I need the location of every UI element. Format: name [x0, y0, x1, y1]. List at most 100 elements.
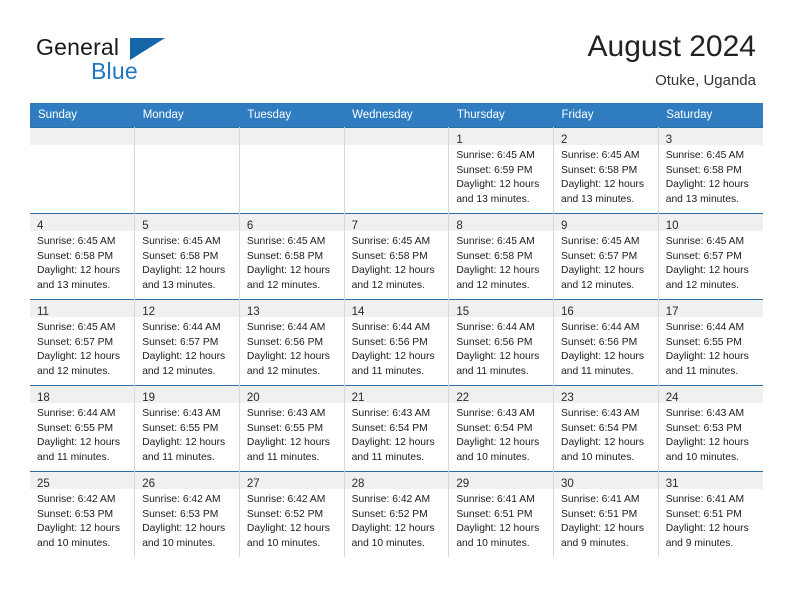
day-detail-line: and 10 minutes. [456, 537, 530, 549]
calendar-cell-day[interactable]: 13 Sunrise: 6:44 AM Sunset: 6:56 PM Dayligh… [239, 299, 345, 386]
day-number-band: 23 [554, 386, 658, 404]
day-detail-line: Sunrise: 6:42 AM [37, 494, 116, 505]
calendar-cell-day[interactable]: 12 Sunrise: 6:44 AM Sunset: 6:57 PM Dayligh… [134, 299, 240, 386]
calendar-cell-day[interactable]: 31 Sunrise: 6:41 AM Sunset: 6:51 PM Dayligh… [658, 471, 763, 557]
day-number-band: 1 [449, 128, 554, 146]
calendar-cell-day[interactable]: 20 Sunrise: 6:43 AM Sunset: 6:55 PM Dayligh… [239, 385, 345, 472]
weekday-header-friday: Friday [553, 103, 659, 128]
calendar-cell-day[interactable]: 3 Sunrise: 6:45 AM Sunset: 6:58 PM Daylight… [658, 127, 763, 214]
day-number: 12 [142, 306, 155, 318]
day-number: 7 [351, 220, 359, 232]
calendar-cell-day[interactable]: 21 Sunrise: 6:43 AM Sunset: 6:54 PM Dayligh… [344, 385, 450, 472]
day-number: 30 [561, 478, 574, 490]
day-detail-lines: Sunrise: 6:42 AM Sunset: 6:53 PM Daylight:… [135, 489, 239, 551]
calendar-cell-day[interactable]: 14 Sunrise: 6:44 AM Sunset: 6:56 PM Dayligh… [344, 299, 450, 386]
calendar-cell-inner: 15 Sunrise: 6:44 AM Sunset: 6:56 PM Dayligh… [449, 300, 554, 385]
day-detail-line: Daylight: 12 hours [142, 437, 226, 449]
calendar-cell-day[interactable]: 29 Sunrise: 6:41 AM Sunset: 6:51 PM Dayligh… [448, 471, 555, 557]
day-detail-line: Daylight: 12 hours [561, 265, 645, 277]
calendar-cell-inner: 4 Sunrise: 6:45 AM Sunset: 6:58 PM Daylight… [30, 214, 135, 299]
calendar-cell-day[interactable]: 16 Sunrise: 6:44 AM Sunset: 6:56 PM Dayligh… [553, 299, 659, 386]
day-number: 9 [561, 220, 568, 232]
calendar-cell-day[interactable]: 10 Sunrise: 6:45 AM Sunset: 6:57 PM Dayligh… [658, 213, 763, 300]
day-number-band: 4 [30, 214, 135, 232]
day-number-band: 20 [239, 386, 344, 404]
day-number-band: 9 [554, 214, 658, 232]
calendar-cell-day[interactable]: 6 Sunrise: 6:45 AM Sunset: 6:58 PM Daylight… [239, 213, 345, 300]
calendar-cell-day[interactable]: 1 Sunrise: 6:45 AM Sunset: 6:59 PM Daylight… [448, 127, 555, 214]
calendar-cell-day[interactable]: 17 Sunrise: 6:44 AM Sunset: 6:55 PM Dayligh… [658, 299, 763, 386]
calendar-cell-day[interactable]: 27 Sunrise: 6:42 AM Sunset: 6:52 PM Dayligh… [239, 471, 345, 557]
day-detail-line: Daylight: 12 hours [665, 437, 749, 449]
day-detail-line: Daylight: 12 hours [665, 265, 749, 277]
calendar-cell-day[interactable]: 11 Sunrise: 6:45 AM Sunset: 6:57 PM Dayligh… [30, 299, 136, 386]
day-detail-line: Sunrise: 6:41 AM [456, 494, 535, 505]
calendar-cell-day[interactable]: 23 Sunrise: 6:43 AM Sunset: 6:54 PM Dayligh… [553, 385, 659, 472]
day-detail-line: and 11 minutes. [142, 451, 215, 463]
day-detail-line: and 12 minutes. [456, 279, 530, 291]
day-detail-line: Sunset: 6:57 PM [37, 336, 114, 348]
day-number: 20 [246, 392, 260, 404]
day-number: 6 [246, 220, 254, 232]
calendar-cell-day[interactable]: 2 Sunrise: 6:45 AM Sunset: 6:58 PM Daylight… [553, 127, 659, 214]
day-detail-line: Daylight: 12 hours [561, 523, 645, 535]
day-number-band: 27 [239, 472, 344, 490]
day-detail-line: Daylight: 12 hours [456, 523, 540, 535]
day-detail-line: Daylight: 12 hours [351, 523, 435, 535]
calendar-cell-day[interactable]: 22 Sunrise: 6:43 AM Sunset: 6:54 PM Dayligh… [448, 385, 555, 472]
day-detail-lines: Sunrise: 6:44 AM Sunset: 6:56 PM Daylight:… [345, 317, 449, 379]
calendar-cell-inner: 11 Sunrise: 6:45 AM Sunset: 6:57 PM Dayligh… [30, 300, 135, 385]
day-detail-line: and 13 minutes. [665, 193, 739, 205]
calendar-cell-day[interactable]: 24 Sunrise: 6:43 AM Sunset: 6:53 PM Dayligh… [658, 385, 763, 472]
calendar-cell-inner: 13 Sunrise: 6:44 AM Sunset: 6:56 PM Dayligh… [239, 300, 344, 385]
day-detail-lines: Sunrise: 6:45 AM Sunset: 6:57 PM Daylight:… [30, 317, 134, 379]
day-number: 5 [142, 220, 149, 232]
day-detail-line: and 12 minutes. [665, 279, 739, 291]
day-number: 27 [246, 478, 260, 490]
day-detail-lines: Sunrise: 6:45 AM Sunset: 6:58 PM Daylight:… [449, 231, 553, 293]
day-detail-line: Daylight: 12 hours [456, 179, 540, 191]
day-detail-line: and 13 minutes. [456, 193, 530, 205]
day-detail-lines: Sunrise: 6:41 AM Sunset: 6:51 PM Daylight:… [659, 489, 763, 551]
calendar-cell-day[interactable]: 5 Sunrise: 6:45 AM Sunset: 6:58 PM Daylight… [134, 213, 240, 300]
day-number-band: 10 [658, 214, 763, 232]
day-detail-line: and 13 minutes. [37, 279, 111, 291]
calendar-cell-day[interactable]: 9 Sunrise: 6:45 AM Sunset: 6:57 PM Daylight… [553, 213, 659, 300]
day-detail-lines: Sunrise: 6:42 AM Sunset: 6:52 PM Daylight:… [240, 489, 344, 551]
day-detail-line: and 11 minutes. [351, 451, 425, 463]
brand-logo[interactable]: General Blue [36, 36, 266, 88]
calendar-week-row: 18 Sunrise: 6:44 AM Sunset: 6:55 PM Dayligh… [30, 385, 763, 472]
day-detail-line: Sunset: 6:54 PM [561, 422, 638, 434]
day-detail-line: Sunset: 6:56 PM [246, 336, 324, 348]
day-detail-line: Sunrise: 6:44 AM [456, 322, 535, 333]
calendar-cell-day[interactable]: 25 Sunrise: 6:42 AM Sunset: 6:53 PM Dayligh… [30, 471, 136, 557]
calendar-cell-day[interactable]: 28 Sunrise: 6:42 AM Sunset: 6:52 PM Dayligh… [344, 471, 450, 557]
day-number: 26 [142, 478, 155, 490]
day-detail-line: Sunrise: 6:45 AM [665, 150, 745, 161]
day-detail-line: Sunrise: 6:45 AM [37, 236, 116, 247]
day-number: 21 [351, 392, 365, 404]
day-number-band: 24 [658, 386, 763, 404]
calendar-cell-inner: 22 Sunrise: 6:43 AM Sunset: 6:54 PM Dayligh… [449, 386, 554, 471]
calendar-cell-day[interactable]: 18 Sunrise: 6:44 AM Sunset: 6:55 PM Dayligh… [30, 385, 136, 472]
day-number: 23 [561, 392, 574, 404]
calendar-body: 1 Sunrise: 6:45 AM Sunset: 6:59 PM Daylight… [30, 127, 763, 557]
day-number: 4 [37, 220, 44, 232]
calendar-cell-day[interactable]: 26 Sunrise: 6:42 AM Sunset: 6:53 PM Dayligh… [134, 471, 240, 557]
day-number: 2 [561, 134, 568, 146]
day-detail-line: Sunset: 6:55 PM [246, 422, 324, 434]
calendar-cell-day[interactable]: 30 Sunrise: 6:41 AM Sunset: 6:51 PM Dayligh… [553, 471, 659, 557]
calendar-cell-day[interactable]: 15 Sunrise: 6:44 AM Sunset: 6:56 PM Dayligh… [448, 299, 555, 386]
calendar-cell-inner: 23 Sunrise: 6:43 AM Sunset: 6:54 PM Dayligh… [554, 386, 658, 471]
day-number: 29 [456, 478, 470, 490]
calendar-cell-day[interactable]: 7 Sunrise: 6:45 AM Sunset: 6:58 PM Daylight… [344, 213, 450, 300]
calendar-cell-day[interactable]: 4 Sunrise: 6:45 AM Sunset: 6:58 PM Daylight… [30, 213, 136, 300]
day-detail-line: Sunset: 6:55 PM [665, 336, 742, 348]
page-subtitle-location: Otuke, Uganda [655, 72, 756, 89]
calendar-cell-day[interactable]: 19 Sunrise: 6:43 AM Sunset: 6:55 PM Dayligh… [134, 385, 240, 472]
day-detail-line: Sunset: 6:58 PM [142, 250, 219, 262]
day-detail-line: Sunset: 6:52 PM [351, 508, 428, 520]
calendar-cell-day[interactable]: 8 Sunrise: 6:45 AM Sunset: 6:58 PM Daylight… [448, 213, 555, 300]
calendar-cell-inner [239, 128, 344, 213]
day-detail-lines: Sunrise: 6:45 AM Sunset: 6:59 PM Daylight:… [449, 145, 553, 207]
